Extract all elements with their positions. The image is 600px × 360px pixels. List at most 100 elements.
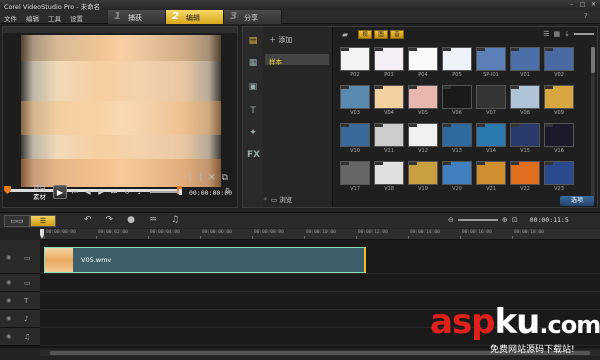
menu-settings[interactable]: 设置 <box>70 13 83 23</box>
browse-button[interactable]: ▭ 浏览 <box>271 194 292 204</box>
library-thumbnail[interactable]: SP-I01 <box>476 47 506 81</box>
clip-mode-label[interactable]: 素材 <box>33 193 46 202</box>
storyboard-view-button[interactable]: ▭▭ <box>4 215 30 227</box>
next-frame-button[interactable]: ▶ <box>96 187 106 197</box>
library-thumbnail[interactable]: V16 <box>544 123 574 157</box>
repeat-button[interactable]: ↻ <box>122 187 132 197</box>
auto-music-icon[interactable]: ♫ <box>171 215 179 225</box>
video-clip[interactable]: V05.wmv <box>44 247 366 273</box>
redo-icon[interactable]: ↷ <box>106 215 114 225</box>
library-thumbnail[interactable]: V07 <box>476 85 506 119</box>
maximize-icon[interactable]: □ <box>578 1 587 9</box>
menu-tools[interactable]: 工具 <box>48 13 61 23</box>
import-folder-icon[interactable]: ▰ <box>342 30 348 39</box>
library-thumbnail[interactable]: V04 <box>374 85 404 119</box>
instant-project-icon[interactable]: ▦ <box>247 57 259 69</box>
end-button[interactable]: ⏭ <box>109 187 119 197</box>
track-visibility-icon[interactable]: ◉ <box>6 315 11 322</box>
help-icon[interactable]: ? <box>584 12 592 20</box>
minimize-icon[interactable]: – <box>567 1 576 9</box>
timeline-ruler[interactable]: 00:00:00:00 00:00:02:00 00:00:04:00 00:00:0… <box>40 229 600 240</box>
fit-project-icon[interactable]: ⊡ <box>512 216 518 224</box>
project-mode-label[interactable]: 项目 <box>33 184 46 193</box>
media-type-badge <box>477 48 485 51</box>
library-thumbnail[interactable]: V15 <box>510 123 540 157</box>
add-folder-button[interactable]: ＋ 添加 <box>269 35 292 45</box>
timeline-timecode[interactable]: 00:00:11:5 <box>530 216 569 224</box>
library-thumbnail[interactable]: V13 <box>442 123 472 157</box>
library-thumbnail[interactable]: V20 <box>442 161 472 195</box>
track-visibility-icon[interactable]: ◉ <box>6 333 11 340</box>
title-icon[interactable]: T <box>247 105 259 117</box>
track-visibility-icon[interactable]: ◉ <box>6 297 11 304</box>
logo-com: .com <box>539 311 600 339</box>
thumbnail-size-slider[interactable] <box>574 33 594 35</box>
menu-edit[interactable]: 编辑 <box>26 13 39 23</box>
tab-share[interactable]: 3 分享 <box>224 10 282 24</box>
tab-edit[interactable]: 2 编辑 <box>166 10 224 24</box>
mark-out-button[interactable]: ] <box>199 173 203 183</box>
sound-mixer-icon[interactable]: ♒ <box>149 215 157 225</box>
filter-photo[interactable]: 图 <box>374 30 388 39</box>
prev-frame-button[interactable]: ◀ <box>83 187 93 197</box>
options-button[interactable]: 选项 <box>560 196 594 206</box>
folder-sample[interactable]: 样本 <box>265 54 329 66</box>
undo-icon[interactable]: ↶ <box>84 215 92 225</box>
graphics-icon[interactable]: ✦ <box>247 127 259 139</box>
timecode-spinner-icon[interactable]: ⇅ <box>225 187 231 195</box>
media-type-badge <box>443 162 451 165</box>
library-thumbnail[interactable]: V23 <box>544 161 574 195</box>
library-thumbnail[interactable]: V17 <box>340 161 370 195</box>
library-thumbnail[interactable]: P03 <box>374 47 404 81</box>
library-thumbnail[interactable]: V12 <box>408 123 438 157</box>
sort-icon[interactable]: ⇣ <box>564 30 570 38</box>
track-visibility-icon[interactable]: ◉ <box>6 279 11 286</box>
library-scrollbar[interactable] <box>591 47 595 197</box>
thumbnail-caption: P02 <box>350 72 360 78</box>
overlay-track[interactable] <box>40 274 600 292</box>
volume-slider[interactable] <box>150 189 182 195</box>
split-icon[interactable]: ✕ <box>208 173 216 183</box>
library-thumbnail[interactable]: V21 <box>476 161 506 195</box>
filter-video[interactable]: 视 <box>358 30 372 39</box>
volume-icon[interactable]: ♪ <box>135 187 145 197</box>
library-thumbnail[interactable]: V18 <box>374 161 404 195</box>
media-icon[interactable]: ▤ <box>247 35 259 47</box>
transition-icon[interactable]: ▣ <box>247 81 259 93</box>
library-thumbnail[interactable]: V09 <box>544 85 574 119</box>
library-thumbnail[interactable]: P05 <box>442 47 472 81</box>
library-thumbnail[interactable]: V03 <box>340 85 370 119</box>
tab-capture[interactable]: 1 捕获 <box>108 10 166 24</box>
library-thumbnail[interactable]: V08 <box>510 85 540 119</box>
zoom-in-icon[interactable]: ⊕ <box>502 216 508 224</box>
record-capture-icon[interactable]: ● <box>127 215 135 225</box>
mark-in-button[interactable]: [ <box>189 173 193 183</box>
track-visibility-icon[interactable]: ◉ <box>6 254 11 261</box>
thumbnail-view-icon[interactable]: ▦ <box>554 30 561 38</box>
play-button[interactable]: ▶ <box>53 185 67 199</box>
home-button[interactable]: ⏮ <box>70 187 80 197</box>
library-thumbnail[interactable]: P02 <box>340 47 370 81</box>
library-thumbnail[interactable]: V01 <box>510 47 540 81</box>
close-icon[interactable]: ✕ <box>589 1 598 9</box>
library-thumbnail[interactable]: V02 <box>544 47 574 81</box>
enlarge-icon[interactable]: ⧉ <box>222 173 228 183</box>
library-thumbnail[interactable]: V05 <box>408 85 438 119</box>
library-thumbnail[interactable]: V22 <box>510 161 540 195</box>
collapse-icon[interactable]: « <box>263 195 267 203</box>
zoom-slider[interactable] <box>457 219 498 221</box>
menu-file[interactable]: 文件 <box>4 13 17 23</box>
fx-icon[interactable]: FX <box>247 149 260 161</box>
list-view-icon[interactable]: ☰ <box>543 30 549 38</box>
filter-audio[interactable]: 音 <box>390 30 404 39</box>
library-thumbnail[interactable]: V11 <box>374 123 404 157</box>
library-folders: ＋ 添加 样本 « ▭ 浏览 <box>263 27 333 207</box>
library-thumbnail[interactable]: V06 <box>442 85 472 119</box>
library-thumbnail[interactable]: V14 <box>476 123 506 157</box>
library-thumbnail[interactable]: V19 <box>408 161 438 195</box>
scrub-handle[interactable] <box>4 186 11 194</box>
timeline-view-button[interactable]: ☰ <box>30 215 56 227</box>
library-thumbnail[interactable]: P04 <box>408 47 438 81</box>
library-thumbnail[interactable]: V10 <box>340 123 370 157</box>
zoom-out-icon[interactable]: ⊖ <box>448 216 454 224</box>
